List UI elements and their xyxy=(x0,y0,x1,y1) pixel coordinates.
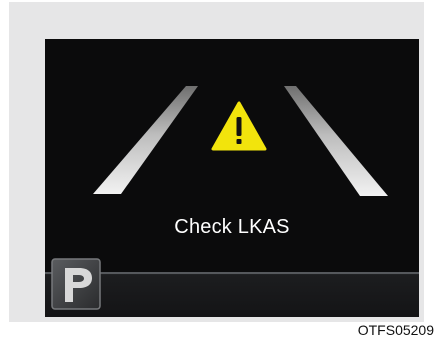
gear-p-icon xyxy=(51,258,101,310)
status-bar xyxy=(45,272,419,317)
display-frame: Check LKAS xyxy=(9,2,424,322)
right-lane-line xyxy=(284,86,388,196)
cluster-display: Check LKAS xyxy=(45,39,419,317)
warning-message: Check LKAS xyxy=(174,216,290,238)
figure-code: OTFS05209 xyxy=(357,322,434,338)
left-lane-line xyxy=(93,86,198,194)
warning-triangle-icon xyxy=(211,101,267,151)
